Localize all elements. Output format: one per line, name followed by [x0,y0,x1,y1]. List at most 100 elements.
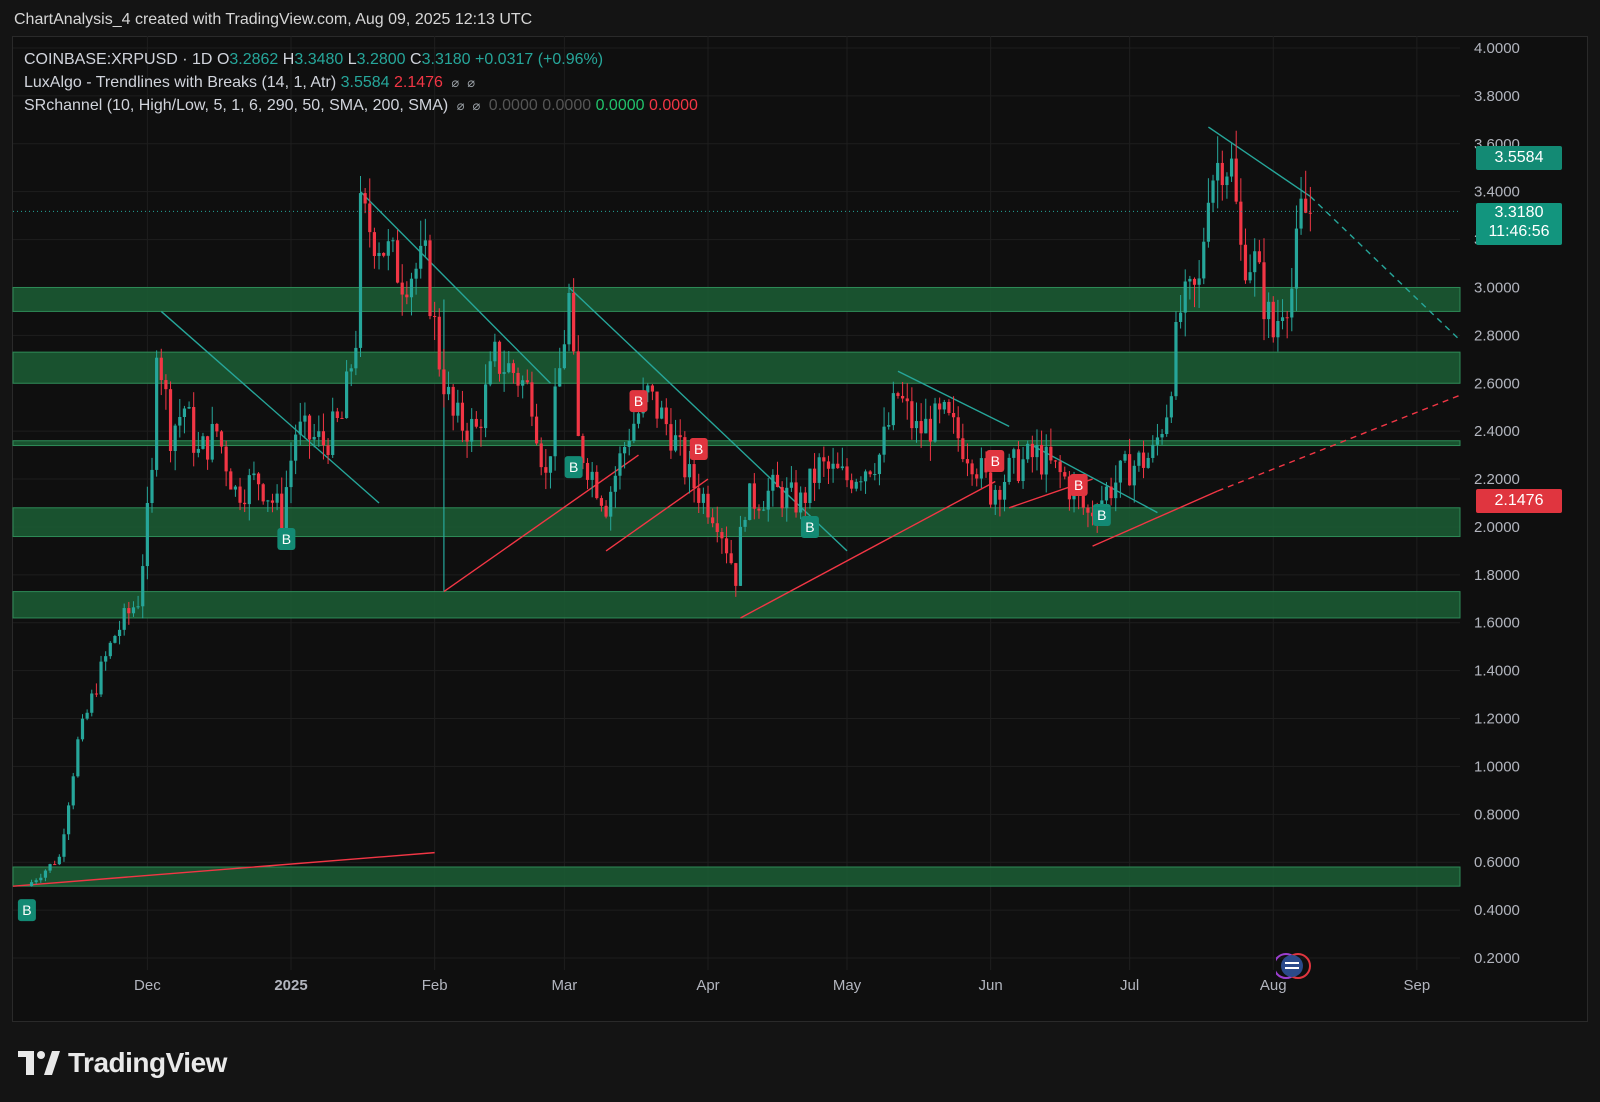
candle-body [1151,444,1155,458]
candle-body [803,492,807,503]
indicator-name-luxalgo: LuxAlgo - Trendlines with Breaks (14, 1,… [24,74,337,91]
candle-body [215,423,219,432]
candle-body [1276,320,1280,338]
luxalgo-upper-value: 3.5584 [340,74,390,91]
candle-body [1179,312,1183,322]
candle-body [155,357,159,470]
candle-body [345,371,349,419]
candle-body [1007,457,1011,482]
candle-body [127,608,131,614]
candle-body [349,368,353,372]
candle-body [1225,176,1229,186]
candle-body [29,882,34,887]
sr-zone [12,507,1461,538]
candle-body [1002,481,1007,500]
candle-body [724,538,729,554]
candle-body [229,471,233,490]
candle-body [442,369,446,395]
candle-body [428,240,432,317]
candle-body [1132,465,1136,486]
y-tick-label: 0.4000 [1474,902,1520,919]
candle-body [961,438,965,460]
candle-body [247,475,251,505]
x-tick-label: Jun [979,977,1003,994]
candle-body [108,642,112,657]
candle-body [738,526,743,586]
candle-body [729,553,733,564]
candle-body [562,344,566,369]
candle-body [363,193,367,204]
break-signal-label: B [1074,477,1083,493]
trendline-resistance-projection [1309,195,1461,341]
tradingview-logo[interactable]: TradingView [18,1047,227,1079]
y-tick-label: 1.0000 [1474,758,1520,775]
legend-symbol[interactable]: COINBASE:XRPUSD · 1D [24,51,212,68]
candle-body [1053,460,1058,462]
legend-change: +0.0317 (+0.96%) [474,51,604,68]
candle-body [1016,449,1021,482]
candle-body [386,241,390,256]
candle-body [655,391,659,419]
candle-body [289,460,293,488]
candle-body [687,464,692,478]
candle-body [141,566,145,607]
candle-body [548,456,553,473]
candle-body [845,466,849,481]
candle-body [609,491,613,517]
candle-body [775,474,780,488]
price-chart[interactable]: 0.2000 0.4000 0.6000 0.8000 1.0000 1.2000 1.40… [0,0,1600,1102]
legend: COINBASE:XRPUSD · 1D O3.2862 H3.3480 L3.… [24,48,698,117]
candle-body [354,347,358,369]
candle-body [859,481,863,483]
candle-body [924,418,928,434]
candle-body [280,493,284,529]
sr-zone [12,440,1461,447]
candle-body [1280,317,1285,321]
candle-body [136,606,140,608]
candle-body [789,482,793,488]
candle-body [854,481,858,489]
candle-body [219,431,224,447]
y-tick-label: 2.4000 [1474,423,1520,440]
candle-body [94,693,98,695]
candle-body [493,341,497,362]
candle-body [76,739,80,777]
y-tick-label: 0.8000 [1474,806,1520,823]
candle-body [757,508,761,511]
candle-body [572,292,576,352]
candle-body [534,416,539,444]
candle-body [303,415,307,422]
candle-body [446,386,451,395]
candle-body [794,482,798,513]
break-signal-label: B [1097,507,1106,523]
break-signal-label: B [634,393,643,409]
x-tick-label: Feb [422,977,448,994]
legend-indicator-srchannel[interactable]: SRchannel (10, High/Low, 5, 1, 6, 290, 5… [24,94,698,117]
candle-body [831,463,835,469]
candle-body [706,493,710,518]
candle-body [683,437,687,478]
candle-body [1044,446,1048,475]
candle-body [1146,457,1150,468]
sr-zone [12,591,1461,619]
candle-body [873,474,877,476]
legend-indicator-luxalgo[interactable]: LuxAlgo - Trendlines with Breaks (14, 1,… [24,71,698,94]
candle-body [521,380,525,386]
candle-body [210,423,214,460]
candle-body [423,240,427,246]
candle-body [956,417,960,439]
candle-body [970,463,974,475]
candle-body [433,316,437,318]
events-flag-icon[interactable] [1276,952,1316,980]
candle-body [470,418,474,442]
candle-body [145,503,149,567]
candle-body [1183,281,1187,313]
y-tick-label: 1.6000 [1474,615,1520,632]
candle-body [497,341,502,374]
candle-body [947,401,951,413]
candle-body [868,471,872,475]
candle-body [1118,460,1122,483]
countdown-timer: 11:46:56 [1488,223,1550,240]
candle-body [1109,486,1113,499]
candle-body [164,380,168,390]
